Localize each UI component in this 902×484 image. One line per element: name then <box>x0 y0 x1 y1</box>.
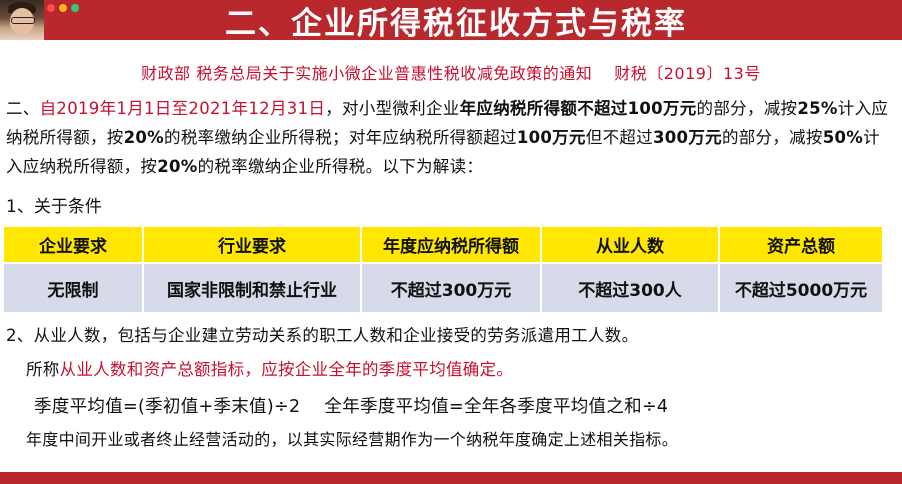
para-text: 但不超过 <box>585 128 653 147</box>
table-header-cell: 年度应纳税所得额 <box>360 225 542 264</box>
para-emph: 年应纳税所得额不超过100万元 <box>459 99 697 118</box>
table-cell: 不超过300人 <box>540 262 720 314</box>
table-cell: 不超过300万元 <box>360 262 542 314</box>
presenter-avatar <box>0 0 44 40</box>
window-dots <box>47 4 79 12</box>
notice-reference: 财政部 税务总局关于实施小微企业普惠性税收减免政策的通知 财税〔2019〕13号 <box>0 60 902 84</box>
average-rule-emph: 从业人数和资产总额指标，应按企业全年的季度平均值确定。 <box>59 360 514 379</box>
table-header-cell: 企业要求 <box>2 225 144 264</box>
policy-paragraph: 二、自2019年1月1日至2021年12月31日，对小型微利企业年应纳税所得额不… <box>6 94 894 181</box>
para-text: ，对小型微利企业 <box>325 99 460 118</box>
bottom-bar <box>0 472 902 484</box>
para-emph: 300万元 <box>652 128 722 147</box>
notice-title: 财政部 税务总局关于实施小微企业普惠性税收减免政策的通知 <box>141 64 593 83</box>
table-header-cell: 行业要求 <box>142 225 362 264</box>
average-rule-prefix: 所称 <box>26 360 60 379</box>
quarter-average-formula: 季度平均值=(季初值+季末值)÷2 <box>34 397 301 417</box>
green-dot-icon <box>71 4 79 12</box>
red-dot-icon <box>47 4 55 12</box>
table-cell: 无限制 <box>2 262 144 314</box>
partial-year-rule: 年度中间开业或者终止经营活动的，以其实际经营期作为一个纳税年度确定上述相关指标。 <box>26 430 679 449</box>
para-date-range: 自2019年1月1日至2021年12月31日 <box>39 99 326 118</box>
para-emph: 25% <box>797 99 838 118</box>
para-text: 的部分，减按 <box>696 99 798 118</box>
para-index: 二、 <box>6 99 40 118</box>
table-row: 无限制 国家非限制和禁止行业 不超过300万元 不超过300人 不超过5000万… <box>2 262 884 314</box>
para-text: 的税率缴纳企业所得税；对年应纳税所得额超过 <box>164 128 517 147</box>
page-title: 二、企业所得税征收方式与税率 <box>225 5 687 42</box>
para-text: 的税率缴纳企业所得税。以下为解读： <box>197 157 484 176</box>
para-emph: 50% <box>822 128 864 147</box>
average-formulas: 季度平均值=(季初值+季末值)÷2 全年季度平均值=全年各季度平均值之和÷4 <box>34 393 668 418</box>
para-emph: 20% <box>123 128 165 147</box>
year-average-formula: 全年季度平均值=全年各季度平均值之和÷4 <box>324 397 669 417</box>
table-header-cell: 从业人数 <box>540 225 720 264</box>
avatar-glasses <box>11 17 35 24</box>
para-text: 的部分，减按 <box>721 128 823 147</box>
employee-count-definition: 2、从业人数，包括与企业建立劳动关系的职工人数和企业接受的劳务派遣用工人数。 <box>6 326 639 345</box>
notice-number: 财税〔2019〕13号 <box>614 64 761 83</box>
table-header-row: 企业要求 行业要求 年度应纳税所得额 从业人数 资产总额 <box>2 225 884 264</box>
average-rule: 所称从业人数和资产总额指标，应按企业全年的季度平均值确定。 <box>26 356 513 380</box>
title-bar: 二、企业所得税征收方式与税率 <box>0 0 902 42</box>
section-heading-conditions: 1、关于条件 <box>6 197 102 217</box>
conditions-table: 企业要求 行业要求 年度应纳税所得额 从业人数 资产总额 无限制 国家非限制和禁… <box>2 225 884 314</box>
para-emph: 20% <box>157 157 198 176</box>
table-cell: 不超过5000万元 <box>718 262 884 314</box>
yellow-dot-icon <box>59 4 67 12</box>
table-cell: 国家非限制和禁止行业 <box>142 262 362 314</box>
para-emph: 100万元 <box>516 128 586 147</box>
table-header-cell: 资产总额 <box>718 225 884 264</box>
